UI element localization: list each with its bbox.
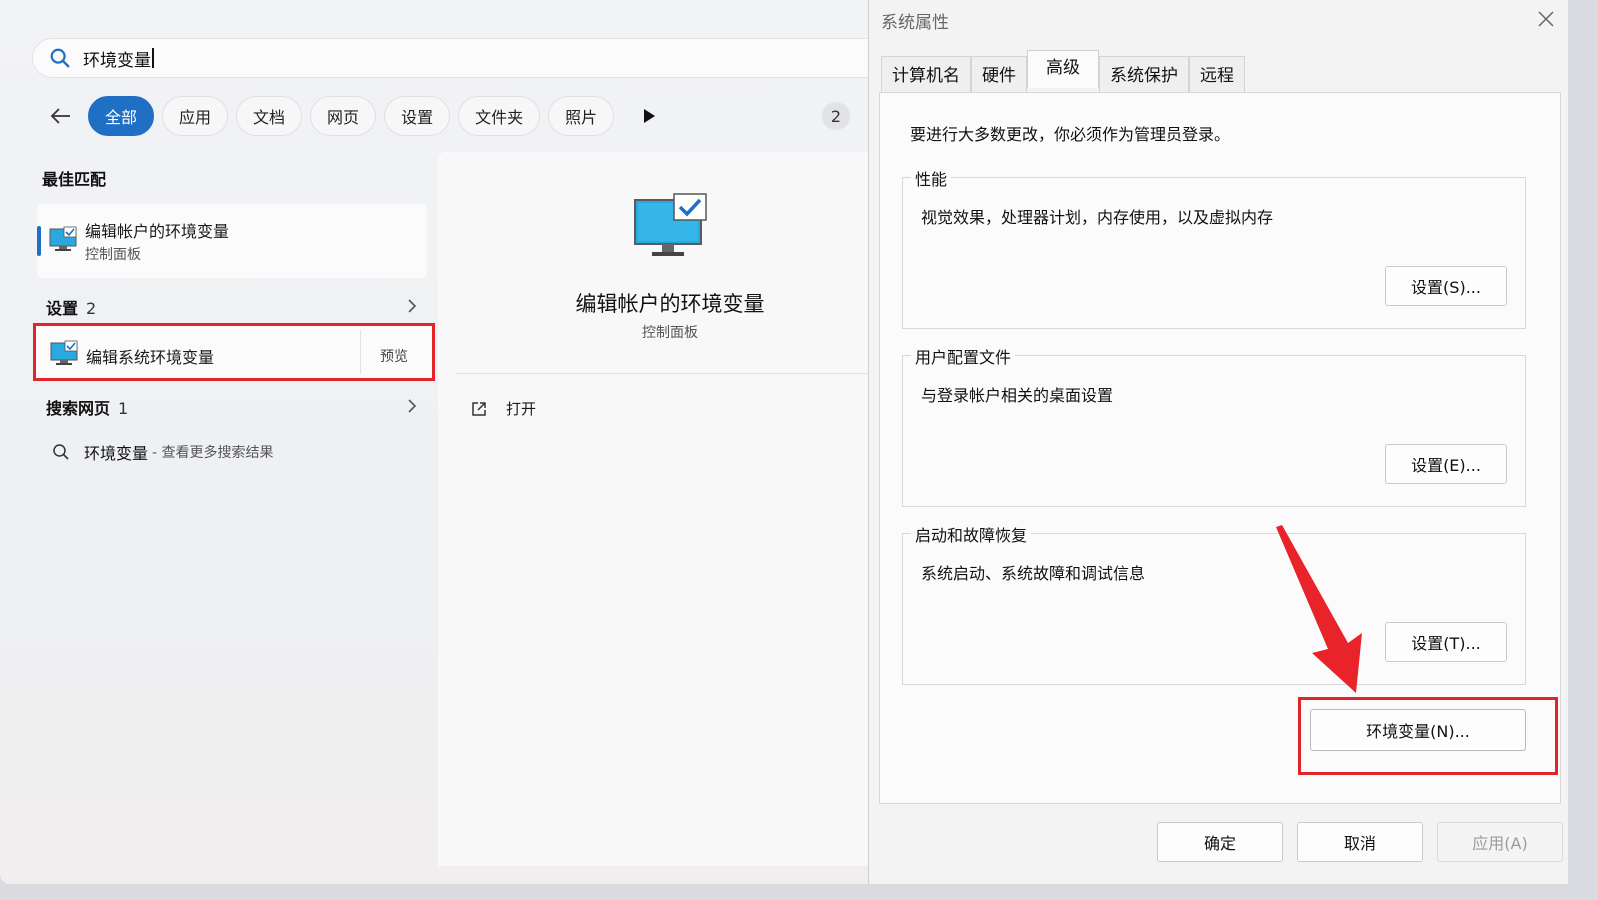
search-input[interactable]: 环境变量	[32, 38, 912, 78]
selection-indicator	[37, 226, 41, 256]
settings-header[interactable]: 设置 2	[46, 295, 96, 319]
advanced-tab-panel: 要进行大多数更改，你必须作为管理员登录。 性能 视觉效果，处理器计划，内存使用，…	[879, 92, 1561, 804]
preview-subtitle: 控制面板	[642, 325, 698, 341]
filter-web[interactable]: 网页	[310, 96, 377, 136]
user-profiles-description: 与登录帐户相关的桌面设置	[921, 386, 1114, 405]
result-preview-pane: 编辑帐户的环境变量 控制面板 打开	[438, 152, 886, 866]
monitor-icon	[50, 340, 78, 365]
best-match-title: 编辑帐户的环境变量	[85, 222, 230, 241]
cancel-button[interactable]: 取消	[1297, 822, 1423, 862]
user-profiles-legend: 用户配置文件	[911, 344, 1016, 368]
dialog-tabs: 计算机名 硬件 高级 系统保护 远程	[881, 50, 1245, 92]
startup-recovery-description: 系统启动、系统故障和调试信息	[921, 564, 1146, 583]
close-icon[interactable]	[1535, 8, 1557, 30]
chevron-right-icon[interactable]	[404, 398, 420, 414]
filter-documents[interactable]: 文档	[236, 96, 303, 136]
dialog-title: 系统属性	[881, 13, 949, 33]
search-icon	[53, 444, 69, 460]
open-action[interactable]: 打开	[470, 398, 536, 419]
best-match-subtitle: 控制面板	[85, 247, 141, 263]
play-arrow-icon	[644, 109, 656, 123]
tab-advanced[interactable]: 高级	[1027, 50, 1099, 88]
settings-count: 2	[86, 299, 97, 318]
admin-note: 要进行大多数更改，你必须作为管理员登录。	[910, 125, 1231, 144]
divider	[456, 373, 886, 374]
system-properties-dialog: 系统属性 计算机名 硬件 高级 系统保护 远程 要进行大多数更改，你必须作为管理…	[868, 0, 1568, 884]
text-caret	[152, 48, 154, 68]
tab-computer-name[interactable]: 计算机名	[881, 56, 971, 92]
setting-result-edit-system-env[interactable]: 编辑系统环境变量 预览	[33, 323, 435, 381]
ok-button[interactable]: 确定	[1157, 822, 1283, 862]
best-match-header: 最佳匹配	[42, 166, 106, 190]
preview-button[interactable]: 预览	[380, 346, 408, 366]
setting-result-title: 编辑系统环境变量	[86, 348, 215, 367]
arrow-left-icon	[50, 108, 70, 124]
best-match-label: 最佳匹配	[42, 170, 107, 189]
windows-search-panel: 环境变量 全部 应用 文档 网页 设置 文件夹 照片 2 最佳匹配 编辑帐户的环…	[0, 0, 912, 884]
monitor-icon	[49, 226, 77, 251]
tab-system-protection[interactable]: 系统保护	[1099, 56, 1189, 92]
web-search-query: 环境变量	[84, 444, 149, 463]
open-external-icon	[472, 401, 486, 416]
web-search-header[interactable]: 搜索网页 1	[46, 395, 128, 419]
tab-hardware[interactable]: 硬件	[971, 56, 1027, 92]
web-count: 1	[118, 399, 129, 418]
web-header-label: 搜索网页	[46, 399, 111, 418]
apply-button[interactable]: 应用(A)	[1437, 822, 1563, 862]
filter-settings[interactable]: 设置	[384, 96, 451, 136]
web-search-more: - 查看更多搜索结果	[152, 445, 274, 461]
web-search-result[interactable]: 环境变量 - 查看更多搜索结果	[52, 440, 274, 464]
more-filters-button[interactable]	[636, 103, 662, 129]
search-query: 环境变量	[83, 50, 151, 71]
performance-settings-button[interactable]: 设置(S)...	[1385, 266, 1507, 306]
startup-recovery-group: 启动和故障恢复 系统启动、系统故障和调试信息 设置(T)...	[902, 522, 1526, 685]
performance-description: 视觉效果，处理器计划，内存使用，以及虚拟内存	[921, 208, 1274, 227]
best-match-result[interactable]: 编辑帐户的环境变量 控制面板	[37, 204, 427, 278]
monitor-icon	[634, 193, 707, 256]
result-count-badge: 2	[822, 102, 850, 130]
tab-remote[interactable]: 远程	[1189, 56, 1245, 92]
startup-recovery-legend: 启动和故障恢复	[911, 522, 1032, 546]
preview-title: 编辑帐户的环境变量	[575, 292, 765, 316]
back-button[interactable]	[46, 101, 76, 131]
annotation-arrow	[1276, 525, 1362, 693]
startup-recovery-settings-button[interactable]: 设置(T)...	[1385, 622, 1507, 662]
open-label: 打开	[506, 400, 537, 418]
user-profiles-settings-button[interactable]: 设置(E)...	[1385, 444, 1507, 484]
search-icon	[50, 48, 70, 68]
search-filter-bar: 全部 应用 文档 网页 设置 文件夹 照片	[46, 96, 662, 136]
filter-all[interactable]: 全部	[88, 96, 155, 136]
filter-apps[interactable]: 应用	[162, 96, 229, 136]
divider	[360, 330, 361, 374]
user-profiles-group: 用户配置文件 与登录帐户相关的桌面设置 设置(E)...	[902, 344, 1526, 507]
environment-variables-button[interactable]: 环境变量(N)...	[1310, 709, 1526, 751]
performance-legend: 性能	[911, 166, 952, 190]
settings-header-label: 设置	[46, 299, 79, 318]
filter-photos[interactable]: 照片	[548, 96, 615, 136]
filter-folders[interactable]: 文件夹	[458, 96, 541, 136]
performance-group: 性能 视觉效果，处理器计划，内存使用，以及虚拟内存 设置(S)...	[902, 166, 1526, 329]
chevron-right-icon[interactable]	[404, 298, 420, 314]
